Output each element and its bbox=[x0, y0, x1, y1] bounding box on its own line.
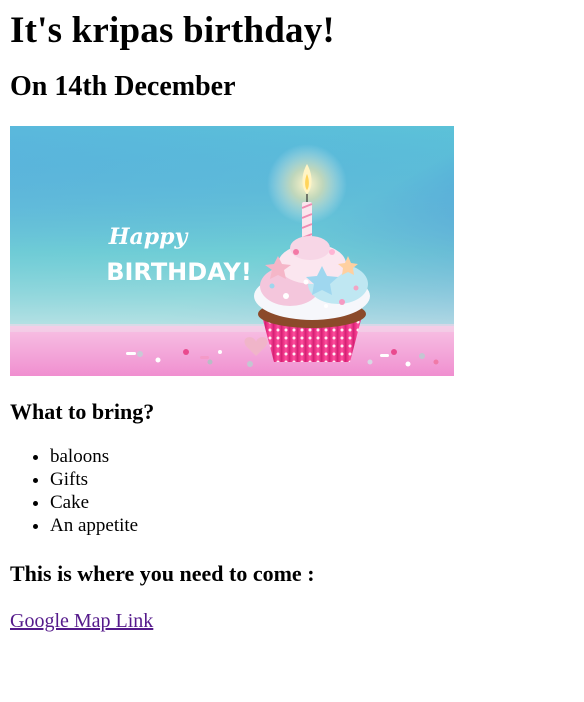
page-title: It's kripas birthday! bbox=[10, 10, 335, 51]
list-item: Cake bbox=[50, 491, 584, 514]
list-item: baloons bbox=[50, 445, 584, 468]
page: It's kripas birthday! On 14th December H… bbox=[0, 0, 584, 633]
birthday-cupcake-image: Happy BIRTHDAY! bbox=[10, 126, 454, 376]
list-item: Gifts bbox=[50, 468, 584, 491]
event-date: On 14th December bbox=[10, 71, 236, 102]
banner-main-text: BIRTHDAY! bbox=[106, 258, 252, 286]
bring-heading: What to bring? bbox=[10, 399, 155, 424]
bring-list: baloons Gifts Cake An appetite bbox=[10, 445, 584, 537]
list-item: An appetite bbox=[50, 514, 584, 537]
location-heading: This is where you need to come : bbox=[10, 561, 315, 586]
google-map-link[interactable]: Google Map Link bbox=[10, 609, 153, 633]
banner-script-text: Happy bbox=[108, 224, 190, 250]
